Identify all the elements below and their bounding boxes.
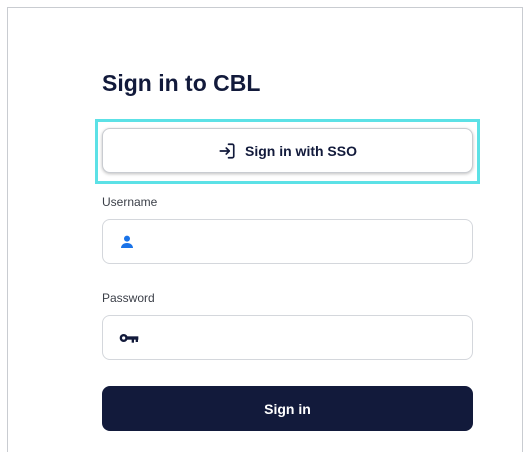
username-input[interactable] [103,220,472,263]
key-icon [119,332,139,344]
login-icon [218,142,236,160]
page-title: Sign in to CBL [102,70,261,96]
username-label: Username [102,195,158,209]
password-field[interactable] [102,315,473,360]
sso-button-label: Sign in with SSO [245,142,357,159]
password-input[interactable] [103,316,472,359]
person-icon [119,234,135,250]
username-field[interactable] [102,219,473,264]
sign-in-button[interactable]: Sign in [102,386,473,431]
password-label: Password [102,291,155,305]
sso-sign-in-button[interactable]: Sign in with SSO [102,128,473,173]
